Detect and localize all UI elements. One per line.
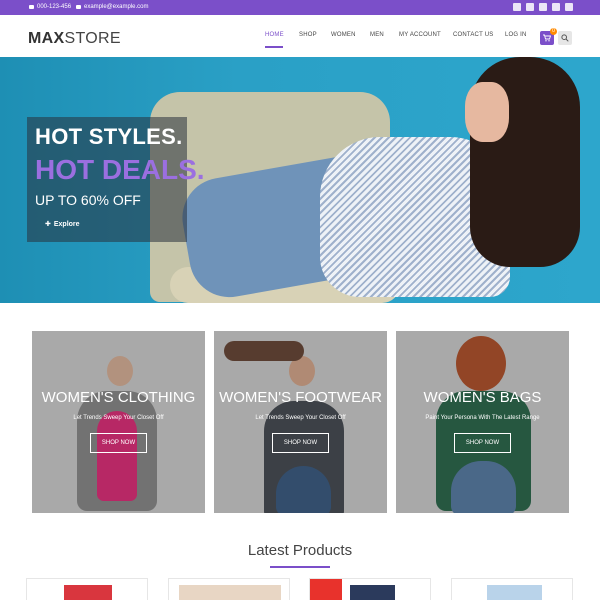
hero-offer: UP TO 60% OFF	[35, 192, 141, 208]
search-icon	[561, 34, 569, 42]
category-title: WOMEN'S BAGS	[423, 389, 542, 406]
explore-label: Explore	[53, 220, 80, 228]
card-overlay	[32, 331, 205, 513]
product-thumbnail[interactable]	[64, 585, 112, 600]
phone-number[interactable]: 000-123-456	[37, 4, 71, 10]
email-address[interactable]: example@example.com	[84, 4, 148, 10]
cart-icon	[543, 34, 551, 42]
shop-now-button[interactable]: SHOP NOW	[90, 433, 147, 453]
category-title: WOMEN'S CLOTHING	[41, 389, 196, 406]
sale-ribbon	[310, 579, 342, 600]
shop-now-button[interactable]: SHOP NOW	[272, 433, 329, 453]
main-nav: HOME SHOP WOMEN MEN MY ACCOUNT CONTACT U…	[0, 32, 600, 48]
product-thumbnail[interactable]	[487, 585, 542, 600]
hero-highlight: HOT DEALS.	[35, 154, 205, 185]
nav-men[interactable]: MEN	[370, 32, 384, 38]
phone-icon	[29, 5, 34, 9]
hero-headline: HOT STYLES.	[35, 124, 183, 149]
nav-women[interactable]: WOMEN	[331, 32, 356, 38]
cart-count-badge: 0	[550, 28, 557, 35]
site-header: MAXSTORE HOME SHOP WOMEN MEN MY ACCOUNT …	[0, 15, 600, 57]
category-card-clothing[interactable]: WOMEN'S CLOTHING Let Trends Sweep Your C…	[32, 331, 205, 513]
product-card[interactable]	[309, 578, 431, 600]
youtube-icon[interactable]	[552, 3, 560, 11]
search-button[interactable]	[558, 31, 572, 45]
hero-image-face	[465, 82, 509, 142]
category-title: WOMEN'S FOOTWEAR	[219, 389, 382, 406]
category-card-bags[interactable]: WOMEN'S BAGS Paint Your Persona With The…	[396, 331, 569, 513]
twitter-icon[interactable]	[513, 3, 521, 11]
envelope-icon	[76, 5, 81, 9]
heading-underline	[270, 566, 330, 568]
nav-shop[interactable]: SHOP	[299, 32, 317, 38]
category-subtitle: Let Trends Sweep Your Closet Off	[73, 415, 164, 421]
social-links	[513, 3, 573, 11]
product-card[interactable]	[451, 578, 573, 600]
top-bar: 000-123-456 example@example.com	[0, 0, 600, 15]
nav-log-in[interactable]: LOG IN	[505, 32, 527, 38]
category-subtitle: Paint Your Persona With The Latest Range	[425, 415, 540, 421]
facebook-icon[interactable]	[526, 3, 534, 11]
nav-contact-us[interactable]: CONTACT US	[453, 32, 493, 38]
category-subtitle: Let Trends Sweep Your Closet Off	[255, 415, 346, 421]
shop-now-button[interactable]: SHOP NOW	[454, 433, 511, 453]
category-card-footwear[interactable]: WOMEN'S FOOTWEAR Let Trends Sweep Your C…	[214, 331, 387, 513]
product-card[interactable]	[26, 578, 148, 600]
explore-button[interactable]: ✚ Explore	[45, 220, 80, 229]
nav-home[interactable]: HOME	[265, 32, 284, 38]
nav-my-account[interactable]: MY ACCOUNT	[399, 32, 441, 38]
email-contact[interactable]: example@example.com	[76, 4, 148, 10]
latest-products-heading: Latest Products	[247, 542, 353, 559]
card-overlay	[214, 331, 387, 513]
phone-contact[interactable]: 000-123-456	[29, 4, 71, 10]
card-overlay	[396, 331, 569, 513]
flickr-icon[interactable]	[539, 3, 547, 11]
product-thumbnail[interactable]	[179, 585, 281, 600]
instagram-icon[interactable]	[565, 3, 573, 11]
plus-icon: ✚	[45, 221, 51, 228]
product-thumbnail[interactable]	[350, 585, 395, 600]
active-nav-underline	[265, 46, 283, 48]
product-card[interactable]	[168, 578, 290, 600]
